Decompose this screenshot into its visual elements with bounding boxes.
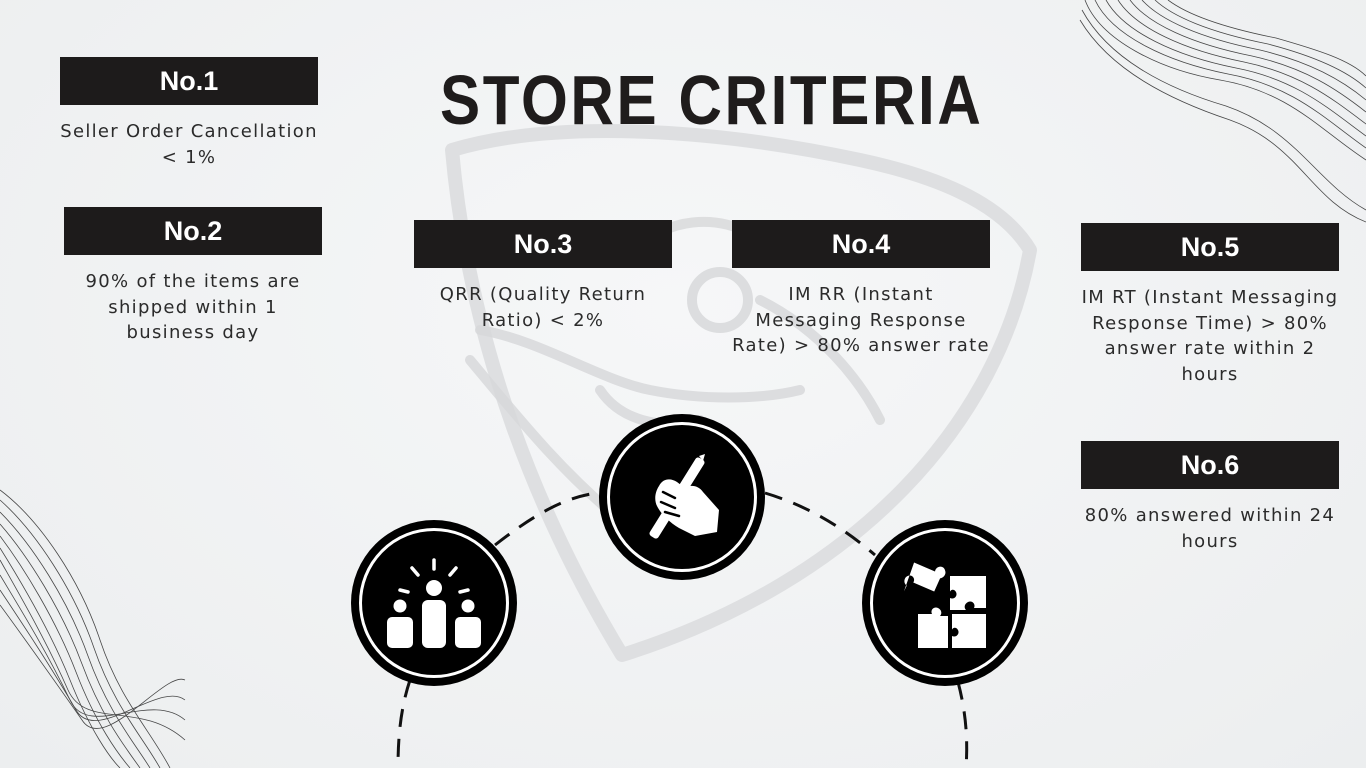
- criterion-6-text: 80% answered within 24 hours: [1084, 505, 1336, 552]
- criterion-5-text: IM RT (Instant Messaging Response Time) …: [1081, 287, 1339, 385]
- criterion-1-badge: No.1: [60, 57, 318, 105]
- criterion-3-text: QRR (Quality Return Ratio) < 2%: [439, 284, 647, 331]
- criterion-4-text: IM RR (Instant Messaging Response Rate) …: [732, 284, 990, 357]
- criterion-3-badge: No.3: [414, 220, 672, 268]
- criterion-4-badge: No.4: [732, 220, 990, 268]
- hand-pen-icon-circle: [599, 414, 765, 580]
- team-icon: [387, 558, 481, 648]
- hand-pen-icon: [649, 454, 719, 539]
- criterion-6-badge: No.6: [1081, 441, 1339, 489]
- criterion-1-text: Seller Order Cancellation < 1%: [60, 121, 318, 168]
- criterion-2-badge: No.2: [64, 207, 322, 255]
- team-icon-circle: [351, 520, 517, 686]
- puzzle-icon: [903, 562, 986, 648]
- criterion-2-text: 90% of the items are shipped within 1 bu…: [85, 271, 301, 344]
- criterion-5-badge: No.5: [1081, 223, 1339, 271]
- puzzle-icon-circle: [862, 520, 1028, 686]
- page-title: STORE CRITERIA: [440, 61, 984, 139]
- slide: STORE CRITERIA No.1 Seller Order Cancell…: [0, 0, 1366, 768]
